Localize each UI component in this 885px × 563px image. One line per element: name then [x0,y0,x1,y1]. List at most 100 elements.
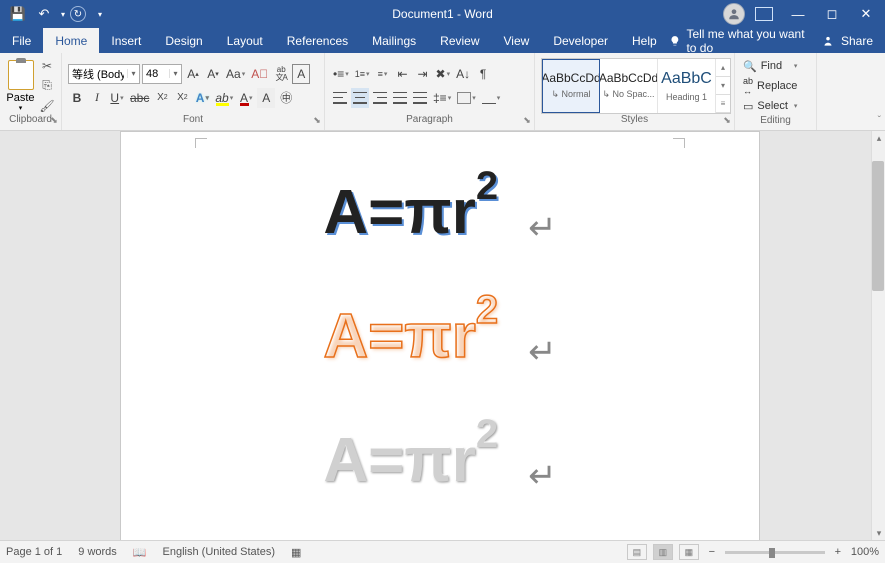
chevron-down-icon[interactable]: ▾ [169,69,181,78]
tab-help[interactable]: Help [620,28,669,53]
sort-button[interactable]: A↓ [454,64,472,84]
grow-font-button[interactable]: A▴ [184,64,202,84]
scroll-down-icon[interactable]: ▾ [872,526,885,540]
print-layout-button[interactable]: ▥ [653,544,673,560]
font-size-input[interactable] [143,65,169,83]
collapse-ribbon-button[interactable]: ˇ [878,115,881,126]
tab-references[interactable]: References [275,28,360,53]
web-layout-button[interactable]: ▦ [679,544,699,560]
italic-button[interactable]: I [88,88,106,108]
chevron-down-icon[interactable]: ▾ [127,69,139,78]
maximize-button[interactable]: ◻ [817,2,847,26]
clipboard-launcher[interactable]: ⬊ [49,115,59,125]
char-border-button[interactable]: A [292,64,310,84]
tab-insert[interactable]: Insert [99,28,153,53]
tab-file[interactable]: File [0,28,43,53]
zoom-level[interactable]: 100% [851,546,879,558]
share-button[interactable]: Share [821,34,873,48]
tab-design[interactable]: Design [153,28,214,53]
bold-button[interactable]: B [68,88,86,108]
styles-launcher[interactable]: ⬊ [722,115,732,125]
clear-formatting-button[interactable]: A⃠ [249,64,270,84]
numbering-button[interactable]: 1≡▾ [353,64,372,84]
word-count[interactable]: 9 words [78,546,117,558]
shading-button[interactable]: ▾ [455,88,478,108]
enclose-char-button[interactable]: ㊥ [277,88,295,108]
gallery-more[interactable]: ≡ [716,95,730,113]
read-mode-button[interactable]: ▤ [627,544,647,560]
superscript-button[interactable]: X2 [173,88,191,108]
font-size-combo[interactable]: ▾ [142,64,182,84]
zoom-in-button[interactable]: + [831,546,845,558]
minimize-button[interactable]: — [783,2,813,26]
spellcheck-icon[interactable]: 📖 [133,546,147,559]
distribute-button[interactable] [411,88,429,108]
text-line-1[interactable]: A=πr2 [323,166,498,244]
scroll-up-icon[interactable]: ▴ [872,131,885,145]
close-button[interactable]: ✕ [851,2,881,26]
font-color-button[interactable]: A▾ [237,88,255,108]
gallery-down[interactable]: ▾ [716,77,730,95]
text-effects-button[interactable]: A▾ [193,88,211,108]
select-button[interactable]: ▭Select▾ [741,97,799,115]
paste-button[interactable]: Paste ▾ [6,60,35,112]
font-name-input[interactable] [69,65,127,83]
bullets-button[interactable]: •≡▾ [331,64,351,84]
undo-icon[interactable]: ↶ [32,2,56,26]
document-body[interactable]: A=πr2 ↵ A=πr2 ↵ A=πr2 ↵ [201,166,679,492]
scroll-thumb[interactable] [872,161,884,291]
find-button[interactable]: 🔍Find▾ [741,57,799,75]
tab-layout[interactable]: Layout [215,28,275,53]
tab-review[interactable]: Review [428,28,491,53]
highlight-button[interactable]: ab▾ [213,88,235,108]
font-name-combo[interactable]: ▾ [68,64,140,84]
undo-caret[interactable]: ▾ [58,2,68,26]
zoom-out-button[interactable]: − [705,546,719,558]
replace-button[interactable]: ab↔Replace [741,77,799,95]
cut-icon[interactable]: ✂ [39,58,55,74]
copy-icon[interactable]: ⎘ [39,78,55,94]
tab-developer[interactable]: Developer [541,28,620,53]
show-marks-button[interactable]: ¶ [474,64,492,84]
tab-view[interactable]: View [492,28,542,53]
save-icon[interactable]: 💾 [6,2,30,26]
justify-button[interactable] [391,88,409,108]
tell-me-search[interactable]: Tell me what you want to do [669,27,811,55]
font-launcher[interactable]: ⬊ [312,115,322,125]
gallery-up[interactable]: ▴ [716,59,730,77]
inc-indent-button[interactable]: ⇥ [414,64,432,84]
tab-home[interactable]: Home [43,28,99,53]
char-shading-button[interactable]: A [257,88,275,108]
line-spacing-button[interactable]: ‡≡▾ [431,88,453,108]
format-painter-icon[interactable]: 🖌 [39,98,55,114]
macro-icon[interactable]: ▦ [291,546,301,559]
zoom-thumb[interactable] [769,548,775,558]
underline-button[interactable]: U▾ [108,88,126,108]
zoom-slider[interactable] [725,551,825,554]
ribbon-display-icon[interactable] [749,2,779,26]
align-center-button[interactable] [351,88,369,108]
tab-mailings[interactable]: Mailings [360,28,428,53]
align-left-button[interactable] [331,88,349,108]
phonetic-guide-button[interactable]: ab文A [272,64,290,84]
asian-layout-button[interactable]: ✖▾ [434,64,453,84]
paragraph-launcher[interactable]: ⬊ [522,115,532,125]
vertical-scrollbar[interactable]: ▴ ▾ [871,131,885,540]
shrink-font-button[interactable]: A▾ [204,64,222,84]
style-heading1[interactable]: AaBbC Heading 1 [658,59,716,113]
text-line-2[interactable]: A=πr2 [323,290,498,368]
dec-indent-button[interactable]: ⇤ [394,64,412,84]
language-indicator[interactable]: English (United States) [163,546,276,558]
account-avatar[interactable] [723,3,745,25]
multilevel-button[interactable]: ≡▾ [374,64,392,84]
page-indicator[interactable]: Page 1 of 1 [6,546,62,558]
style-no-spacing[interactable]: AaBbCcDd ↳ No Spac... [600,59,658,113]
page[interactable]: A=πr2 ↵ A=πr2 ↵ A=πr2 ↵ [120,131,760,540]
redo-icon[interactable]: ↻ [70,6,86,22]
strikethrough-button[interactable]: abc [128,88,151,108]
align-right-button[interactable] [371,88,389,108]
change-case-button[interactable]: Aa▾ [224,64,247,84]
borders-button[interactable]: ▾ [480,88,503,108]
qat-customize-caret[interactable]: ▾ [88,2,112,26]
style-normal[interactable]: AaBbCcDd ↳ Normal [542,59,600,113]
